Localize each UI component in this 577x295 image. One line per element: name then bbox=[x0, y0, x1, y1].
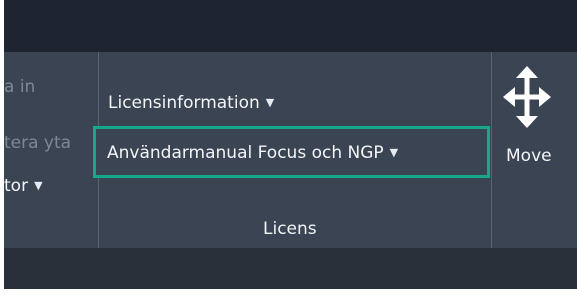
ribbon-item-partial-1[interactable]: a in bbox=[4, 77, 35, 97]
bottom-bar bbox=[4, 248, 577, 289]
dropdown-caret-icon: ▼ bbox=[34, 179, 43, 192]
ribbon-group-label: Licens bbox=[263, 219, 317, 239]
ribbon-item-partial-2[interactable]: tera yta bbox=[4, 133, 71, 153]
title-bar bbox=[4, 0, 577, 52]
ribbon-item-label: tor bbox=[4, 176, 29, 196]
ribbon-item-label: tera yta bbox=[4, 133, 72, 153]
user-manual-label: Användarmanual Focus och NGP bbox=[107, 143, 384, 163]
dropdown-caret-icon: ▼ bbox=[265, 96, 275, 109]
dropdown-caret-icon: ▼ bbox=[389, 146, 399, 159]
panel-separator bbox=[491, 52, 492, 248]
user-manual-button[interactable]: Användarmanual Focus och NGP ▼ bbox=[107, 143, 398, 163]
ribbon-item-label: a in bbox=[4, 77, 36, 97]
application-window: a in tera yta tor ▼ Licensinformation ▼ An… bbox=[0, 0, 577, 295]
license-info-button[interactable]: Licensinformation ▼ bbox=[108, 93, 274, 113]
move-button-label[interactable]: Move bbox=[506, 146, 552, 166]
ribbon-item-partial-3[interactable]: tor ▼ bbox=[4, 176, 43, 196]
move-arrows-icon[interactable] bbox=[503, 66, 551, 128]
license-info-label: Licensinformation bbox=[108, 93, 260, 113]
